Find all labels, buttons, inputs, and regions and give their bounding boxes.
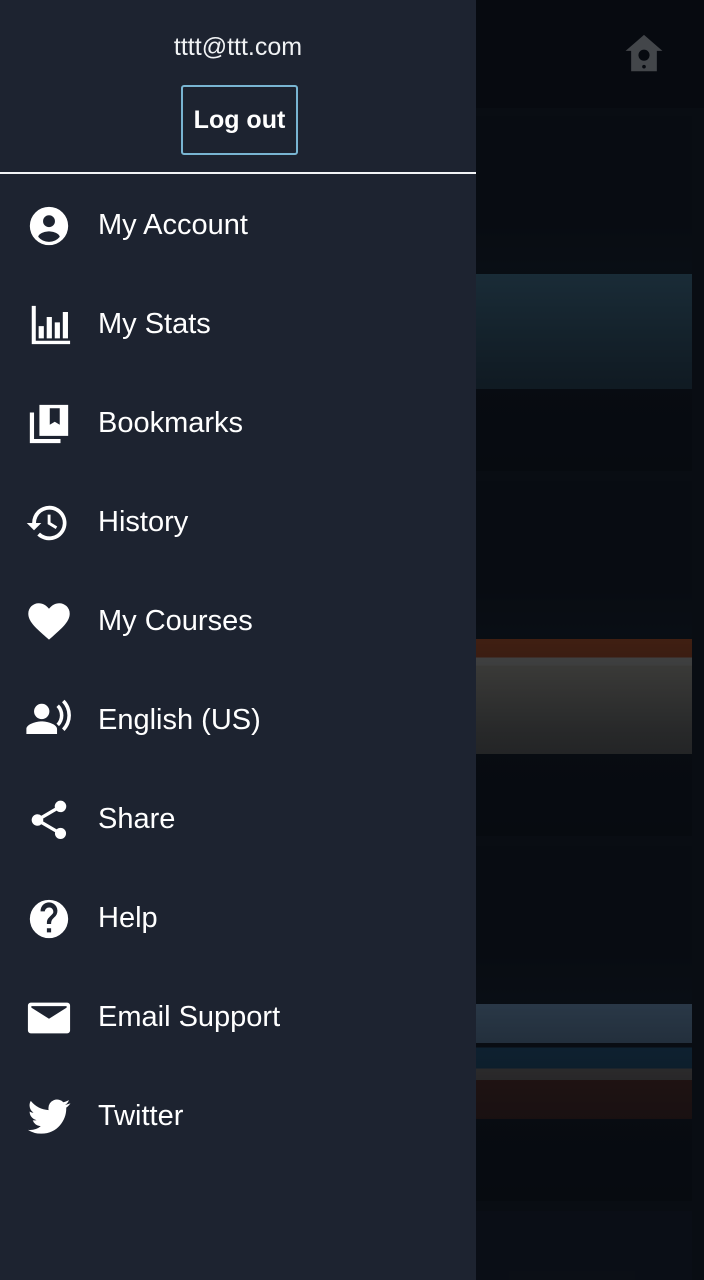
help-circle-icon [24, 894, 74, 944]
sidebar-item-label: Help [98, 902, 158, 934]
drawer-header: tttt@ttt.com Log out [0, 0, 476, 174]
sidebar-item-share[interactable]: Share [0, 770, 476, 869]
account-email: tttt@ttt.com [173, 33, 303, 61]
sidebar-item-label: My Courses [98, 605, 253, 637]
account-circle-icon [24, 201, 74, 251]
record-voice-over-icon [24, 696, 74, 746]
sidebar-item-my-courses[interactable]: My Courses [0, 572, 476, 671]
bar-chart-icon [24, 300, 74, 350]
navigation-drawer: tttt@ttt.com Log out My Account My Stats [0, 0, 476, 1280]
share-icon [24, 795, 74, 845]
twitter-bird-icon [24, 1092, 74, 1142]
sidebar-item-label: My Stats [98, 308, 211, 340]
sidebar-item-help[interactable]: Help [0, 869, 476, 968]
sidebar-item-label: History [98, 506, 189, 538]
sidebar-item-label: My Account [98, 209, 248, 241]
sidebar-item-bookmarks[interactable]: Bookmarks [0, 374, 476, 473]
drawer-menu-list: My Account My Stats Bookmarks History My… [0, 176, 476, 1166]
sidebar-item-language[interactable]: English (US) [0, 671, 476, 770]
sidebar-item-twitter[interactable]: Twitter [0, 1067, 476, 1166]
email-icon [24, 993, 74, 1043]
sidebar-item-label: Email Support [98, 1001, 281, 1033]
sidebar-item-my-stats[interactable]: My Stats [0, 275, 476, 374]
sidebar-item-label: Share [98, 803, 176, 835]
history-restore-icon [24, 498, 74, 548]
sidebar-item-email-support[interactable]: Email Support [0, 968, 476, 1067]
sidebar-item-history[interactable]: History [0, 473, 476, 572]
drawer-scrim[interactable] [476, 0, 704, 1280]
library-bookmark-icon [24, 399, 74, 449]
heart-icon [24, 597, 74, 647]
sidebar-item-label: Twitter [98, 1100, 184, 1132]
log-out-button[interactable]: Log out [181, 85, 298, 155]
sidebar-item-label: English (US) [98, 704, 261, 736]
sidebar-item-my-account[interactable]: My Account [0, 176, 476, 275]
sidebar-item-label: Bookmarks [98, 407, 244, 439]
